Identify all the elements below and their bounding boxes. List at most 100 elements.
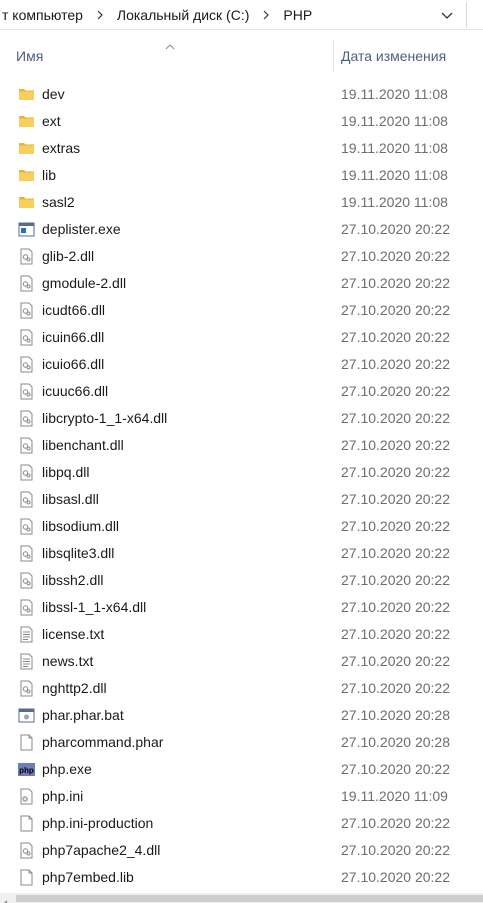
file-row[interactable]: php php.exe 27.10.2020 20:22 <box>0 756 483 783</box>
file-row[interactable]: nghttp2.dll 27.10.2020 20:22 <box>0 675 483 702</box>
file-row[interactable]: libpq.dll 27.10.2020 20:22 <box>0 459 483 486</box>
file-row[interactable]: license.txt 27.10.2020 20:22 <box>0 621 483 648</box>
file-date-modified: 27.10.2020 20:28 <box>341 734 450 750</box>
blank-file-icon <box>18 734 35 751</box>
column-divider[interactable] <box>333 40 334 72</box>
horizontal-scrollbar[interactable] <box>0 893 483 903</box>
file-date-modified: 27.10.2020 20:22 <box>341 356 450 372</box>
file-date-modified: 27.10.2020 20:22 <box>341 626 450 642</box>
dll-icon <box>18 491 35 508</box>
dll-icon <box>18 329 35 346</box>
file-row[interactable]: php.ini 19.11.2020 11:09 <box>0 783 483 810</box>
text-file-icon <box>18 626 35 643</box>
dll-icon <box>18 356 35 373</box>
file-row[interactable]: icuuc66.dll 27.10.2020 20:22 <box>0 378 483 405</box>
file-row[interactable]: libsasl.dll 27.10.2020 20:22 <box>0 486 483 513</box>
file-date-modified: 19.11.2020 11:09 <box>341 788 448 804</box>
file-name: php.ini-production <box>42 815 154 831</box>
file-date-modified: 19.11.2020 11:08 <box>341 194 448 210</box>
file-row[interactable]: libssh2.dll 27.10.2020 20:22 <box>0 567 483 594</box>
php-exe-icon: php <box>18 761 35 778</box>
breadcrumb-local-disk[interactable]: Локальный диск (C:) <box>115 7 252 23</box>
dll-icon <box>18 383 35 400</box>
file-row[interactable]: libenchant.dll 27.10.2020 20:22 <box>0 432 483 459</box>
file-name: php.exe <box>42 761 92 777</box>
file-row[interactable]: icuio66.dll 27.10.2020 20:22 <box>0 351 483 378</box>
file-row[interactable]: icuin66.dll 27.10.2020 20:22 <box>0 324 483 351</box>
file-name: php7apache2_4.dll <box>42 842 161 858</box>
address-bar[interactable]: т компьютер Локальный диск (C:) PHP <box>0 0 483 30</box>
dll-icon <box>18 302 35 319</box>
file-date-modified: 27.10.2020 20:22 <box>341 221 450 237</box>
file-name: libssh2.dll <box>42 572 104 588</box>
file-date-modified: 27.10.2020 20:22 <box>341 653 450 669</box>
file-date-modified: 27.10.2020 20:22 <box>341 437 450 453</box>
chevron-right-icon <box>261 10 271 20</box>
blank-file-icon <box>18 815 35 832</box>
address-history-dropdown[interactable] <box>437 5 457 25</box>
folder-row[interactable]: sasl2 19.11.2020 11:08 <box>0 189 483 216</box>
file-row[interactable]: glib-2.dll 27.10.2020 20:22 <box>0 243 483 270</box>
file-row[interactable]: libcrypto-1_1-x64.dll 27.10.2020 20:22 <box>0 405 483 432</box>
file-row[interactable]: deplister.exe 27.10.2020 20:22 <box>0 216 483 243</box>
folder-icon <box>18 86 35 103</box>
folder-icon <box>18 140 35 157</box>
dll-icon <box>18 410 35 427</box>
file-name: nghttp2.dll <box>42 680 107 696</box>
text-file-icon <box>18 653 35 670</box>
batch-file-icon <box>18 707 35 724</box>
file-row[interactable]: pharcommand.phar 27.10.2020 20:28 <box>0 729 483 756</box>
file-row[interactable]: php.ini-production 27.10.2020 20:22 <box>0 810 483 837</box>
dll-icon <box>18 464 35 481</box>
scroll-left-arrow-icon[interactable] <box>2 894 10 903</box>
file-row[interactable]: phar.phar.bat 27.10.2020 20:28 <box>0 702 483 729</box>
exe-icon <box>18 221 35 238</box>
file-row[interactable]: libssl-1_1-x64.dll 27.10.2020 20:22 <box>0 594 483 621</box>
file-row[interactable]: gmodule-2.dll 27.10.2020 20:22 <box>0 270 483 297</box>
file-name: icuio66.dll <box>42 356 105 372</box>
file-date-modified: 27.10.2020 20:22 <box>341 410 450 426</box>
file-row[interactable]: icudt66.dll 27.10.2020 20:22 <box>0 297 483 324</box>
file-name: pharcommand.phar <box>42 734 164 750</box>
scrollbar-thumb[interactable] <box>16 895 483 902</box>
file-date-modified: 19.11.2020 11:08 <box>341 140 448 156</box>
file-name: glib-2.dll <box>42 248 95 264</box>
file-name: sasl2 <box>42 194 75 210</box>
folder-row[interactable]: ext 19.11.2020 11:08 <box>0 108 483 135</box>
file-date-modified: 27.10.2020 20:22 <box>341 842 450 858</box>
breadcrumb-php[interactable]: PHP <box>281 7 314 23</box>
file-row[interactable]: php7embed.lib 27.10.2020 20:22 <box>0 864 483 891</box>
file-name: libsodium.dll <box>42 518 120 534</box>
folder-row[interactable]: extras 19.11.2020 11:08 <box>0 135 483 162</box>
column-date-header[interactable]: Дата изменения <box>341 48 446 64</box>
file-date-modified: 27.10.2020 20:22 <box>341 491 450 507</box>
file-name: extras <box>42 140 81 156</box>
file-name: ext <box>42 113 61 129</box>
breadcrumb-this-pc[interactable]: т компьютер <box>0 7 85 23</box>
folder-row[interactable]: lib 19.11.2020 11:08 <box>0 162 483 189</box>
dll-icon <box>18 275 35 292</box>
file-name: php7embed.lib <box>42 869 134 885</box>
file-name: libenchant.dll <box>42 437 124 453</box>
file-name: deplister.exe <box>42 221 121 237</box>
file-name: icuin66.dll <box>42 329 105 345</box>
file-name: libssl-1_1-x64.dll <box>42 599 147 615</box>
folder-row[interactable]: dev 19.11.2020 11:08 <box>0 81 483 108</box>
dll-icon <box>18 599 35 616</box>
file-row[interactable]: php7apache2_4.dll 27.10.2020 20:22 <box>0 837 483 864</box>
breadcrumb: т компьютер Локальный диск (C:) PHP <box>0 5 314 25</box>
dll-icon <box>18 842 35 859</box>
svg-text:php: php <box>19 766 34 775</box>
dll-icon <box>18 437 35 454</box>
file-date-modified: 27.10.2020 20:22 <box>341 329 450 345</box>
file-date-modified: 27.10.2020 20:22 <box>341 464 450 480</box>
file-date-modified: 27.10.2020 20:22 <box>341 761 450 777</box>
file-row[interactable]: libsqlite3.dll 27.10.2020 20:22 <box>0 540 483 567</box>
folder-icon <box>18 113 35 130</box>
file-date-modified: 19.11.2020 11:08 <box>341 113 448 129</box>
file-name: lib <box>42 167 57 183</box>
file-row[interactable]: news.txt 27.10.2020 20:22 <box>0 648 483 675</box>
file-name: news.txt <box>42 653 94 669</box>
file-row[interactable]: libsodium.dll 27.10.2020 20:22 <box>0 513 483 540</box>
column-name-header[interactable]: Имя <box>16 48 43 64</box>
